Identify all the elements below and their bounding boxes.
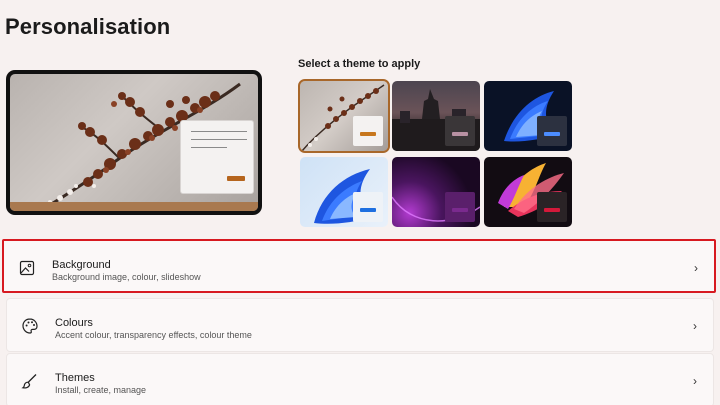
page-title: Personalisation: [5, 14, 171, 39]
preview-taskbar: [10, 202, 258, 211]
tile-window: [537, 192, 567, 222]
preview-sample-window: [180, 120, 254, 194]
theme-tile-purple-glow[interactable]: [392, 157, 480, 227]
settings-row-colours[interactable]: Colours Accent colour, transparency effe…: [6, 298, 714, 352]
tile-window: [353, 192, 383, 222]
theme-tile-blue-bloom-dark[interactable]: [484, 81, 572, 151]
row-subtitle: Install, create, manage: [55, 385, 147, 395]
theme-tile-dark-city[interactable]: [392, 81, 480, 151]
brush-icon: [21, 374, 37, 389]
row-subtitle: Accent colour, transparency effects, col…: [55, 330, 252, 340]
tile-window: [353, 116, 383, 146]
row-title: Themes: [55, 372, 95, 384]
tile-accent: [360, 132, 376, 136]
tile-accent: [452, 208, 468, 212]
tile-accent: [544, 132, 560, 136]
row-subtitle: Background image, colour, slideshow: [52, 272, 201, 282]
chevron-right-icon: ›: [693, 374, 697, 388]
theme-preview: [6, 70, 262, 215]
tile-accent: [452, 132, 468, 136]
preview-screen: [10, 74, 258, 211]
theme-tile-blue-bloom-light[interactable]: [300, 157, 388, 227]
theme-tile-cherry-blossom[interactable]: [298, 79, 390, 153]
tile-window: [537, 116, 567, 146]
row-title: Background: [52, 259, 111, 271]
theme-tile-colourful-flower[interactable]: [484, 157, 572, 227]
preview-sample-button: [227, 176, 245, 181]
theme-heading: Select a theme to apply: [298, 58, 421, 70]
settings-row-themes[interactable]: Themes Install, create, manage ›: [6, 353, 714, 405]
palette-icon: [22, 318, 38, 334]
tile-accent: [544, 208, 560, 212]
row-title: Colours: [55, 317, 93, 329]
tile-accent: [360, 208, 376, 212]
themes-grid: [298, 79, 572, 229]
settings-row-background[interactable]: Background Background image, colour, sli…: [2, 239, 716, 293]
chevron-right-icon: ›: [694, 261, 698, 275]
chevron-right-icon: ›: [693, 319, 697, 333]
tile-window: [445, 116, 475, 146]
image-icon: [19, 260, 35, 276]
tile-window: [445, 192, 475, 222]
